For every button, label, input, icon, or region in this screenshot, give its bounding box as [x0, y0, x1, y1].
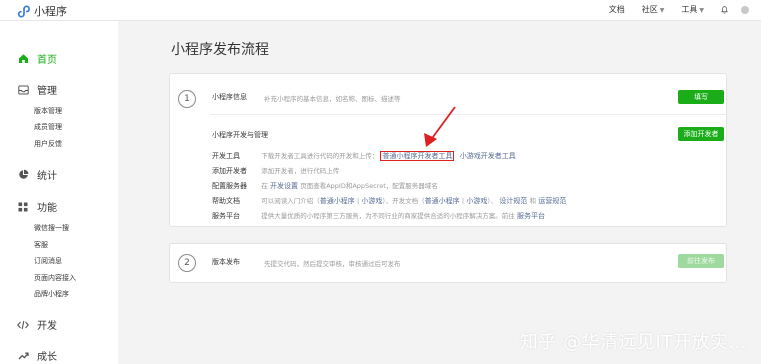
grid-icon [17, 201, 29, 213]
step-number: 2 [178, 254, 196, 272]
row-desc: 在 [261, 182, 268, 190]
app-name: 小程序 [34, 5, 67, 18]
step-2-card: 2 版本发布 先提交代码，然后提交审核，审核通过后可发布 前往发布 [169, 243, 727, 283]
server-row: 配置服务器 在 开发设置 页面查看AppID和AppSecret，配置服务器域名 [212, 180, 438, 191]
minigame-devtools-link[interactable]: 小游戏开发者工具 [460, 152, 516, 160]
growth-icon [17, 350, 29, 362]
help-row: 帮助文档 可以阅读入门介绍（普通小程序 | 小游戏）、开发文档（普通小程序 | … [212, 195, 566, 206]
row-key: 帮助文档 [212, 197, 240, 205]
sidebar-subitem-search[interactable]: 微信搜一搜 [34, 223, 69, 233]
separator: | [356, 197, 360, 205]
sidebar-subitem-feedback[interactable]: 用户反馈 [34, 139, 62, 149]
home-icon [17, 53, 29, 65]
operation-spec-link[interactable]: 运营规范 [538, 197, 566, 205]
info-desc: 补充小程序的基本信息，如名称、图标、描述等 [264, 95, 401, 103]
release-desc: 先提交代码，然后提交审核，审核通过后可发布 [264, 260, 401, 268]
dev-tools-row: 开发工具 下载开发者工具进行代码的开发和上传： 普通小程序开发者工具 小游戏开发… [212, 150, 516, 161]
sidebar-item-stats[interactable]: 统计 [17, 167, 57, 182]
sidebar-item-label: 统计 [37, 171, 57, 182]
row-desc: 页面查看AppID和AppSecret，配置服务器域名 [300, 182, 438, 190]
row-key: 添加开发者 [212, 167, 247, 175]
sidebar-subitem-version[interactable]: 版本管理 [34, 106, 62, 116]
watermark: 知乎 @华清远见IT开放实... [519, 332, 747, 353]
sidebar-item-dev[interactable]: 开发 [17, 317, 57, 332]
info-label: 小程序信息 [212, 93, 247, 101]
nav-tools-label: 工具 [681, 5, 698, 14]
code-icon [17, 319, 29, 331]
sidebar-item-label: 首页 [37, 55, 57, 66]
top-nav: 文档 社区 ▼ 工具 ▼ [592, 4, 749, 15]
row-desc: 提供大量优质的小程序第三方服务，为不同行业的商家提供合适的小程序解决方案。前往 [261, 212, 515, 220]
row-desc: 下载开发者工具进行代码的开发和上传： [261, 152, 379, 160]
sidebar-subitem-brand[interactable]: 品牌小程序 [34, 289, 69, 299]
sidebar: 首页 管理 版本管理 成员管理 用户反馈 统计 功能 微信搜一搜 客服 订阅消息… [0, 21, 118, 364]
nav-tools[interactable]: 工具 ▼ [681, 4, 704, 15]
sidebar-subitem-subscribe[interactable]: 订阅消息 [34, 256, 62, 266]
top-bar: 小程序 文档 社区 ▼ 工具 ▼ [0, 0, 761, 21]
sidebar-item-home[interactable]: 首页 [17, 51, 57, 66]
row-key: 配置服务器 [212, 182, 247, 190]
docs-mini-program-link[interactable]: 普通小程序 [425, 197, 460, 205]
main-content: 小程序发布流程 1 小程序信息 补充小程序的基本信息，如名称、图标、描述等 填写… [118, 21, 761, 364]
row-desc: ）、开发文档（ [382, 197, 425, 205]
intro-minigame-link[interactable]: 小游戏 [361, 197, 382, 205]
service-platform-link[interactable]: 服务平台 [517, 212, 545, 220]
docs-minigame-link[interactable]: 小游戏 [466, 197, 487, 205]
chevron-down-icon: ▼ [659, 7, 665, 14]
add-developer-button[interactable]: 添加开发者 [678, 127, 724, 141]
row-key: 开发工具 [212, 152, 240, 160]
row-desc: ）、 [487, 197, 498, 205]
nav-docs[interactable]: 文档 [609, 4, 625, 15]
avatar[interactable] [741, 5, 749, 14]
row-desc: 添加开发者，进行代码上传 [261, 167, 340, 175]
mini-program-devtools-link[interactable]: 普通小程序开发者工具 [380, 151, 455, 161]
sidebar-item-label: 管理 [37, 86, 57, 97]
page-title: 小程序发布流程 [171, 42, 269, 58]
go-release-button[interactable]: 前往发布 [678, 254, 724, 268]
add-dev-row: 添加开发者 添加开发者，进行代码上传 [212, 165, 339, 176]
sidebar-subitem-service[interactable]: 客服 [34, 240, 48, 250]
pie-chart-icon [17, 169, 29, 181]
row-desc: 和 [529, 197, 537, 205]
inbox-icon [17, 84, 29, 96]
nav-community-label: 社区 [641, 5, 658, 14]
miniprogram-logo-icon [17, 4, 30, 18]
intro-mini-program-link[interactable]: 普通小程序 [320, 197, 355, 205]
sidebar-subitem-content[interactable]: 页面内容接入 [34, 273, 76, 283]
nav-community[interactable]: 社区 ▼ [642, 4, 665, 15]
sidebar-item-label: 功能 [37, 203, 57, 214]
service-row: 服务平台 提供大量优质的小程序第三方服务，为不同行业的商家提供合适的小程序解决方… [212, 210, 545, 221]
design-spec-link[interactable]: 设计规范 [499, 197, 527, 205]
sidebar-item-features[interactable]: 功能 [17, 199, 57, 214]
dev-manage-label: 小程序开发与管理 [212, 131, 268, 139]
step-number: 1 [178, 90, 196, 108]
sidebar-item-label: 成长 [37, 352, 57, 363]
row-desc: 可以阅读入门介绍（ [261, 197, 320, 205]
sidebar-item-grow[interactable]: 成长 [17, 348, 57, 363]
dev-settings-link[interactable]: 开发设置 [270, 182, 298, 190]
step-1-card: 1 小程序信息 补充小程序的基本信息，如名称、图标、描述等 填写 小程序开发与管… [169, 73, 727, 227]
separator: | [461, 197, 465, 205]
sidebar-item-manage[interactable]: 管理 [17, 82, 57, 97]
row-key: 服务平台 [212, 212, 240, 220]
sidebar-subitem-members[interactable]: 成员管理 [34, 122, 62, 132]
app-logo[interactable]: 小程序 [15, 3, 67, 19]
fill-button[interactable]: 填写 [678, 90, 724, 104]
bell-icon[interactable] [720, 5, 729, 14]
divider [210, 114, 726, 115]
sidebar-item-label: 开发 [37, 321, 57, 332]
release-label: 版本发布 [212, 258, 240, 266]
chevron-down-icon: ▼ [699, 7, 704, 14]
